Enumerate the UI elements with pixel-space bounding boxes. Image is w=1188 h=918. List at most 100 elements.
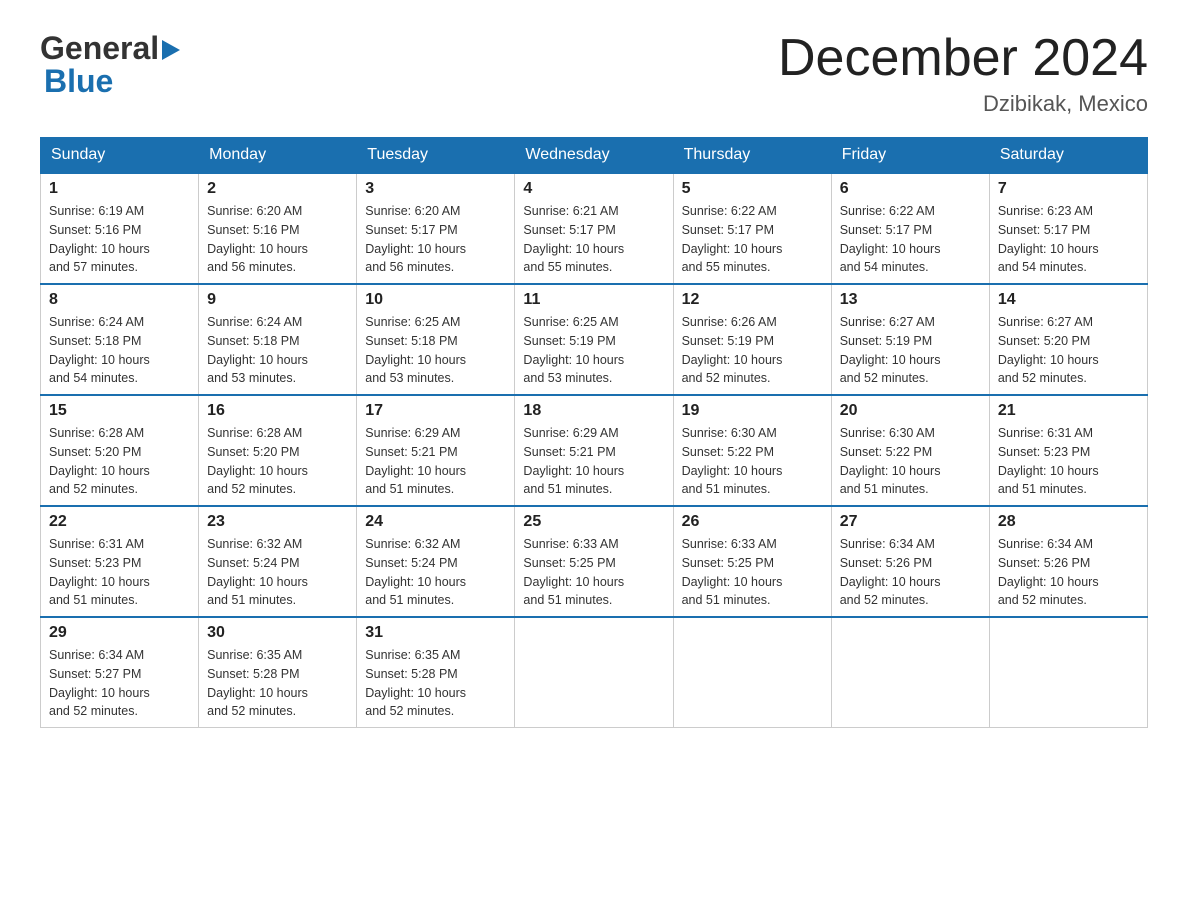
logo-arrow-icon xyxy=(162,40,180,60)
calendar-day-cell: 15 Sunrise: 6:28 AMSunset: 5:20 PMDaylig… xyxy=(41,395,199,506)
calendar-day-cell: 23 Sunrise: 6:32 AMSunset: 5:24 PMDaylig… xyxy=(199,506,357,617)
day-info: Sunrise: 6:32 AMSunset: 5:24 PMDaylight:… xyxy=(365,535,506,610)
calendar-day-cell: 11 Sunrise: 6:25 AMSunset: 5:19 PMDaylig… xyxy=(515,284,673,395)
day-number: 28 xyxy=(998,513,1139,531)
calendar-table: SundayMondayTuesdayWednesdayThursdayFrid… xyxy=(40,137,1148,728)
month-title: December 2024 xyxy=(778,30,1148,87)
calendar-week-row: 15 Sunrise: 6:28 AMSunset: 5:20 PMDaylig… xyxy=(41,395,1148,506)
day-info: Sunrise: 6:20 AMSunset: 5:17 PMDaylight:… xyxy=(365,202,506,277)
calendar-day-cell: 9 Sunrise: 6:24 AMSunset: 5:18 PMDayligh… xyxy=(199,284,357,395)
calendar-day-cell: 28 Sunrise: 6:34 AMSunset: 5:26 PMDaylig… xyxy=(989,506,1147,617)
logo-general-text: General xyxy=(40,30,159,67)
calendar-day-cell: 30 Sunrise: 6:35 AMSunset: 5:28 PMDaylig… xyxy=(199,617,357,728)
day-info: Sunrise: 6:24 AMSunset: 5:18 PMDaylight:… xyxy=(207,313,348,388)
calendar-day-cell: 12 Sunrise: 6:26 AMSunset: 5:19 PMDaylig… xyxy=(673,284,831,395)
day-info: Sunrise: 6:28 AMSunset: 5:20 PMDaylight:… xyxy=(49,424,190,499)
calendar-day-cell xyxy=(673,617,831,728)
weekday-header-saturday: Saturday xyxy=(989,138,1147,174)
day-number: 11 xyxy=(523,291,664,309)
day-number: 9 xyxy=(207,291,348,309)
day-number: 3 xyxy=(365,180,506,198)
day-info: Sunrise: 6:35 AMSunset: 5:28 PMDaylight:… xyxy=(365,646,506,721)
day-number: 25 xyxy=(523,513,664,531)
day-number: 22 xyxy=(49,513,190,531)
calendar-day-cell: 21 Sunrise: 6:31 AMSunset: 5:23 PMDaylig… xyxy=(989,395,1147,506)
day-number: 29 xyxy=(49,624,190,642)
calendar-day-cell: 16 Sunrise: 6:28 AMSunset: 5:20 PMDaylig… xyxy=(199,395,357,506)
calendar-day-cell: 29 Sunrise: 6:34 AMSunset: 5:27 PMDaylig… xyxy=(41,617,199,728)
weekday-header-tuesday: Tuesday xyxy=(357,138,515,174)
calendar-day-cell: 6 Sunrise: 6:22 AMSunset: 5:17 PMDayligh… xyxy=(831,173,989,284)
day-number: 16 xyxy=(207,402,348,420)
day-number: 2 xyxy=(207,180,348,198)
day-info: Sunrise: 6:30 AMSunset: 5:22 PMDaylight:… xyxy=(840,424,981,499)
day-info: Sunrise: 6:22 AMSunset: 5:17 PMDaylight:… xyxy=(682,202,823,277)
day-number: 27 xyxy=(840,513,981,531)
day-info: Sunrise: 6:35 AMSunset: 5:28 PMDaylight:… xyxy=(207,646,348,721)
day-number: 6 xyxy=(840,180,981,198)
day-number: 15 xyxy=(49,402,190,420)
day-number: 7 xyxy=(998,180,1139,198)
logo: General Blue xyxy=(40,30,180,100)
calendar-day-cell: 17 Sunrise: 6:29 AMSunset: 5:21 PMDaylig… xyxy=(357,395,515,506)
day-number: 19 xyxy=(682,402,823,420)
day-info: Sunrise: 6:19 AMSunset: 5:16 PMDaylight:… xyxy=(49,202,190,277)
title-area: December 2024 Dzibikak, Mexico xyxy=(778,30,1148,117)
calendar-day-cell: 10 Sunrise: 6:25 AMSunset: 5:18 PMDaylig… xyxy=(357,284,515,395)
day-info: Sunrise: 6:29 AMSunset: 5:21 PMDaylight:… xyxy=(523,424,664,499)
day-number: 14 xyxy=(998,291,1139,309)
weekday-header-row: SundayMondayTuesdayWednesdayThursdayFrid… xyxy=(41,138,1148,174)
page-header: General Blue December 2024 Dzibikak, Mex… xyxy=(40,30,1148,117)
day-info: Sunrise: 6:33 AMSunset: 5:25 PMDaylight:… xyxy=(682,535,823,610)
day-number: 23 xyxy=(207,513,348,531)
calendar-day-cell xyxy=(989,617,1147,728)
calendar-day-cell: 22 Sunrise: 6:31 AMSunset: 5:23 PMDaylig… xyxy=(41,506,199,617)
calendar-day-cell: 27 Sunrise: 6:34 AMSunset: 5:26 PMDaylig… xyxy=(831,506,989,617)
day-info: Sunrise: 6:30 AMSunset: 5:22 PMDaylight:… xyxy=(682,424,823,499)
calendar-day-cell xyxy=(831,617,989,728)
day-info: Sunrise: 6:25 AMSunset: 5:19 PMDaylight:… xyxy=(523,313,664,388)
day-number: 13 xyxy=(840,291,981,309)
day-info: Sunrise: 6:23 AMSunset: 5:17 PMDaylight:… xyxy=(998,202,1139,277)
day-info: Sunrise: 6:26 AMSunset: 5:19 PMDaylight:… xyxy=(682,313,823,388)
day-info: Sunrise: 6:25 AMSunset: 5:18 PMDaylight:… xyxy=(365,313,506,388)
day-info: Sunrise: 6:34 AMSunset: 5:27 PMDaylight:… xyxy=(49,646,190,721)
calendar-day-cell: 26 Sunrise: 6:33 AMSunset: 5:25 PMDaylig… xyxy=(673,506,831,617)
day-info: Sunrise: 6:33 AMSunset: 5:25 PMDaylight:… xyxy=(523,535,664,610)
calendar-day-cell: 18 Sunrise: 6:29 AMSunset: 5:21 PMDaylig… xyxy=(515,395,673,506)
day-number: 17 xyxy=(365,402,506,420)
day-number: 20 xyxy=(840,402,981,420)
calendar-day-cell: 14 Sunrise: 6:27 AMSunset: 5:20 PMDaylig… xyxy=(989,284,1147,395)
day-info: Sunrise: 6:34 AMSunset: 5:26 PMDaylight:… xyxy=(840,535,981,610)
day-number: 8 xyxy=(49,291,190,309)
location: Dzibikak, Mexico xyxy=(778,91,1148,117)
calendar-week-row: 22 Sunrise: 6:31 AMSunset: 5:23 PMDaylig… xyxy=(41,506,1148,617)
day-number: 10 xyxy=(365,291,506,309)
calendar-day-cell: 5 Sunrise: 6:22 AMSunset: 5:17 PMDayligh… xyxy=(673,173,831,284)
calendar-day-cell: 13 Sunrise: 6:27 AMSunset: 5:19 PMDaylig… xyxy=(831,284,989,395)
day-info: Sunrise: 6:31 AMSunset: 5:23 PMDaylight:… xyxy=(998,424,1139,499)
calendar-day-cell: 3 Sunrise: 6:20 AMSunset: 5:17 PMDayligh… xyxy=(357,173,515,284)
day-number: 21 xyxy=(998,402,1139,420)
calendar-day-cell: 8 Sunrise: 6:24 AMSunset: 5:18 PMDayligh… xyxy=(41,284,199,395)
calendar-day-cell: 25 Sunrise: 6:33 AMSunset: 5:25 PMDaylig… xyxy=(515,506,673,617)
weekday-header-sunday: Sunday xyxy=(41,138,199,174)
day-info: Sunrise: 6:21 AMSunset: 5:17 PMDaylight:… xyxy=(523,202,664,277)
day-info: Sunrise: 6:29 AMSunset: 5:21 PMDaylight:… xyxy=(365,424,506,499)
calendar-day-cell: 2 Sunrise: 6:20 AMSunset: 5:16 PMDayligh… xyxy=(199,173,357,284)
weekday-header-thursday: Thursday xyxy=(673,138,831,174)
day-info: Sunrise: 6:27 AMSunset: 5:20 PMDaylight:… xyxy=(998,313,1139,388)
day-info: Sunrise: 6:22 AMSunset: 5:17 PMDaylight:… xyxy=(840,202,981,277)
day-info: Sunrise: 6:34 AMSunset: 5:26 PMDaylight:… xyxy=(998,535,1139,610)
day-info: Sunrise: 6:20 AMSunset: 5:16 PMDaylight:… xyxy=(207,202,348,277)
calendar-day-cell: 19 Sunrise: 6:30 AMSunset: 5:22 PMDaylig… xyxy=(673,395,831,506)
calendar-day-cell: 31 Sunrise: 6:35 AMSunset: 5:28 PMDaylig… xyxy=(357,617,515,728)
day-number: 12 xyxy=(682,291,823,309)
day-number: 1 xyxy=(49,180,190,198)
logo-line1: General xyxy=(40,30,180,67)
day-number: 24 xyxy=(365,513,506,531)
day-info: Sunrise: 6:24 AMSunset: 5:18 PMDaylight:… xyxy=(49,313,190,388)
calendar-week-row: 1 Sunrise: 6:19 AMSunset: 5:16 PMDayligh… xyxy=(41,173,1148,284)
day-number: 31 xyxy=(365,624,506,642)
calendar-day-cell: 1 Sunrise: 6:19 AMSunset: 5:16 PMDayligh… xyxy=(41,173,199,284)
